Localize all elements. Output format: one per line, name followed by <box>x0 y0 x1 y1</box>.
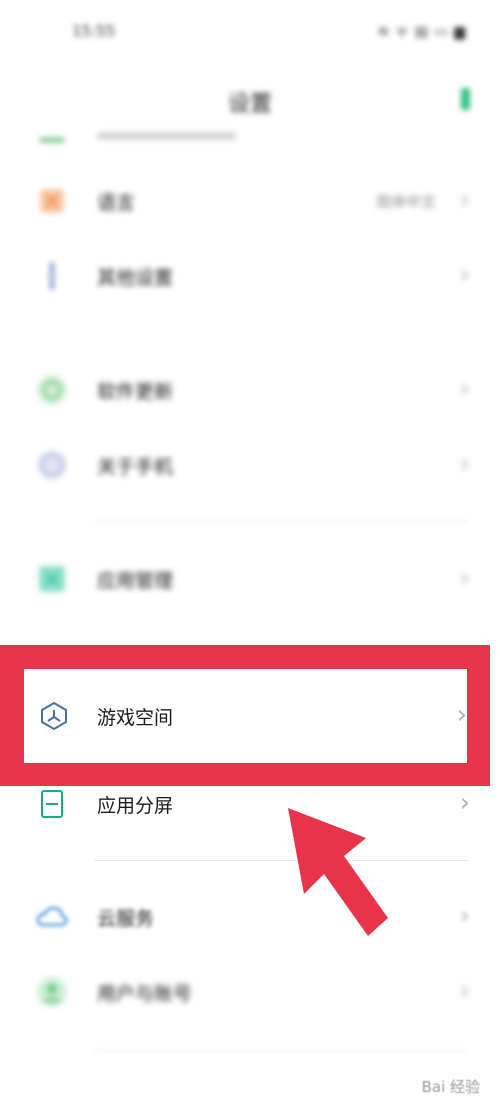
list-item-partial[interactable] <box>0 108 500 168</box>
highlight-inner: 游戏空间 › <box>24 669 467 763</box>
highlight-frame: 游戏空间 › <box>0 645 490 786</box>
chevron-right-icon: › <box>459 976 470 1006</box>
list-item-label: 应用管理 <box>97 570 174 592</box>
section-divider <box>94 1050 468 1051</box>
list-item-user-account[interactable]: 用户与账号 › <box>0 962 500 1022</box>
language-icon <box>36 185 68 217</box>
status-icons: ≋ ᯤ ▤ ▭ ▆ <box>377 24 466 40</box>
chevron-right-icon: › <box>459 563 470 593</box>
list-item-label: 关于手机 <box>97 456 174 478</box>
list-item-app-management[interactable]: 应用管理 › <box>0 549 500 609</box>
status-time: 15:55 <box>72 22 116 40</box>
language-value: 简体中文 <box>375 193 436 211</box>
chevron-right-icon: › <box>456 700 467 730</box>
chevron-right-icon: › <box>459 449 470 479</box>
list-item-label: 软件更新 <box>97 381 174 403</box>
chevron-right-icon: › <box>459 374 470 404</box>
list-item-label: 语言 <box>97 192 136 214</box>
list-item-about-phone[interactable]: 关于手机 › <box>0 435 500 495</box>
list-item-label: 其他设置 <box>97 267 174 289</box>
list-item-label: 云服务 <box>97 908 155 930</box>
more-settings-icon <box>36 260 68 292</box>
partial-label <box>97 132 237 140</box>
user-account-icon <box>36 976 68 1008</box>
chevron-right-icon: › <box>459 788 470 818</box>
search-icon[interactable] <box>461 88 470 110</box>
cloud-service-icon <box>36 901 68 933</box>
game-space-icon <box>38 700 70 732</box>
status-bar: 15:55 ≋ ᯤ ▤ ▭ ▆ <box>0 0 500 64</box>
list-item-split-screen[interactable]: 应用分屏 › <box>0 774 500 834</box>
chevron-right-icon: › <box>459 260 470 290</box>
app-management-icon <box>36 563 68 595</box>
list-item-label: 应用分屏 <box>97 795 174 817</box>
list-item-other-settings[interactable]: 其他设置 › <box>0 246 500 306</box>
watermark: Bai 经验 <box>421 1078 480 1096</box>
list-item-game-space[interactable]: 游戏空间 › <box>24 686 467 746</box>
partial-icon <box>36 122 68 154</box>
software-update-icon <box>36 374 68 406</box>
list-item-language[interactable]: 语言 简体中文 › <box>0 171 500 231</box>
chevron-right-icon: › <box>459 901 470 931</box>
pointer-arrow-icon <box>288 808 388 936</box>
chevron-right-icon: › <box>459 185 470 215</box>
about-phone-icon <box>36 449 68 481</box>
list-item-cloud-service[interactable]: 云服务 › <box>0 887 500 947</box>
list-item-label: 用户与账号 <box>97 983 193 1005</box>
list-item-software-update[interactable]: 软件更新 › <box>0 360 500 420</box>
list-item-label: 游戏空间 <box>97 707 174 729</box>
section-divider <box>94 521 468 522</box>
split-screen-icon <box>36 788 68 820</box>
